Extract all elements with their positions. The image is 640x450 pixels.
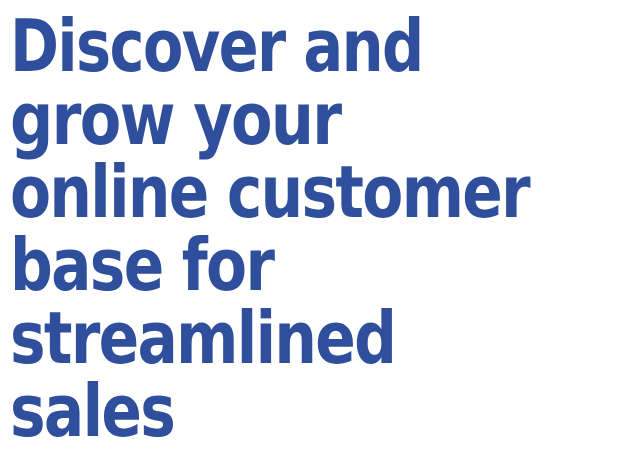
headline-line-4: base for [10, 223, 275, 307]
headline-line-2: grow your [10, 77, 342, 161]
headline-line-6: sales [10, 369, 176, 450]
headline-line-1: Discover and [10, 4, 424, 88]
headline-line-5: streamlined [10, 296, 397, 380]
headline-line-3: online customer [10, 150, 531, 234]
hero-headline: Discover and grow your online customer b… [10, 10, 640, 448]
hero-section: Discover and grow your online customer b… [0, 0, 640, 450]
